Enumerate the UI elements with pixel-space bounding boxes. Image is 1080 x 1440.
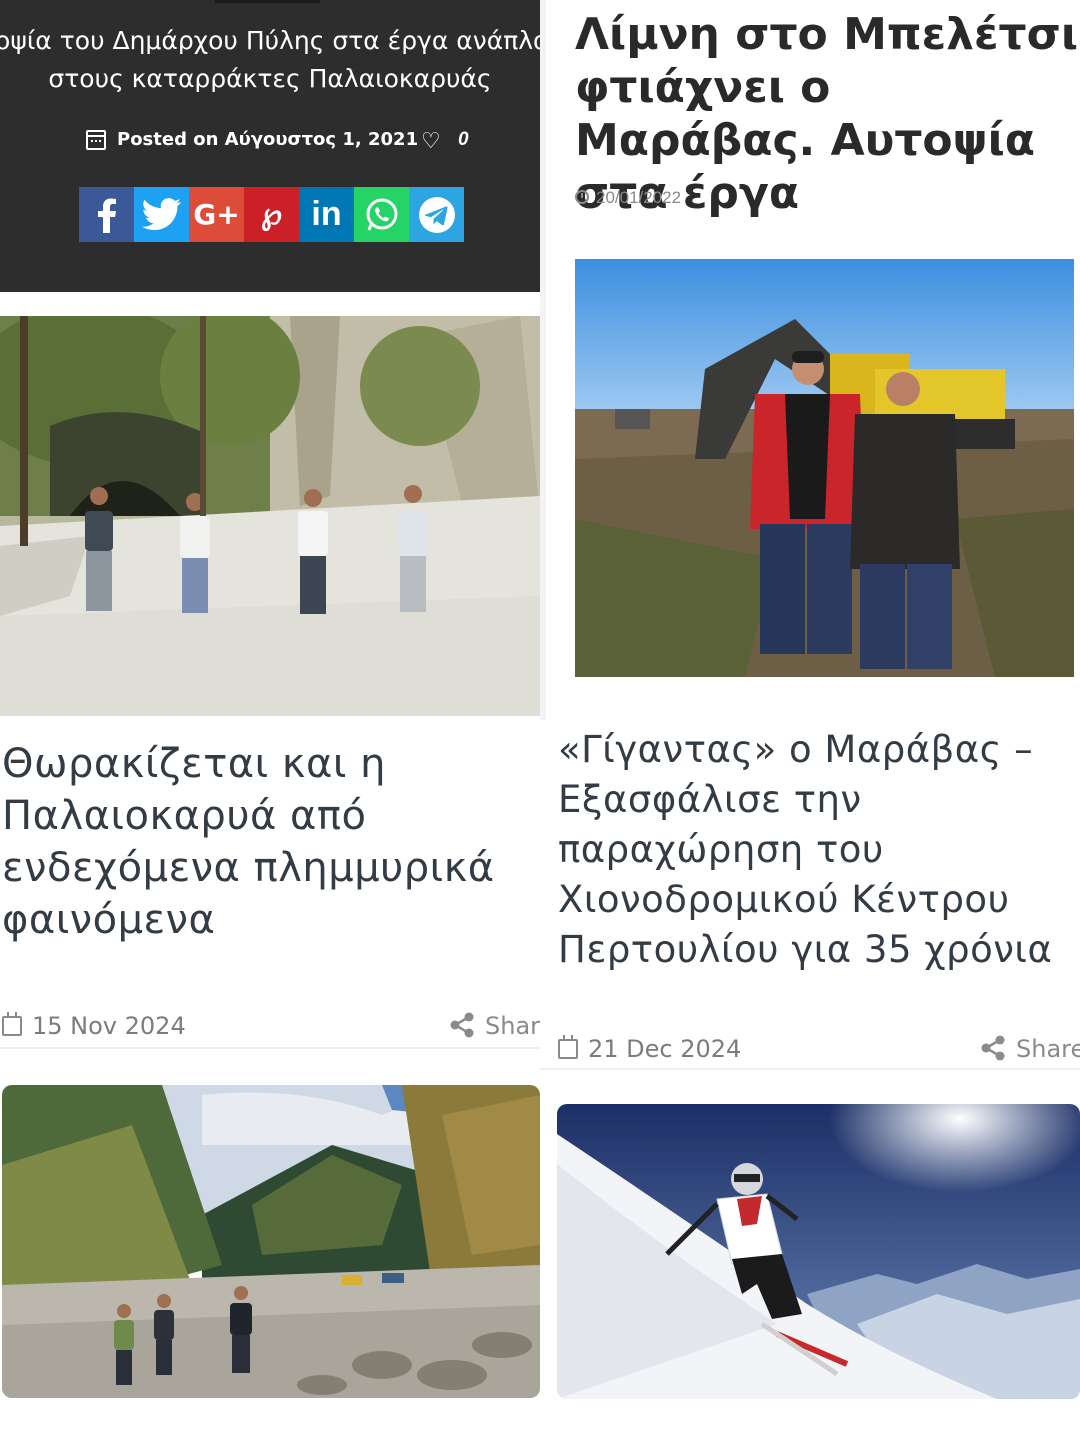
- share-label: Shar: [485, 1012, 540, 1040]
- card-date: 21 Dec 2024: [558, 1035, 741, 1063]
- card-date-text: 15 Nov 2024: [32, 1012, 186, 1040]
- waterfall-path-photo: [0, 316, 540, 716]
- skier-photo: [557, 1104, 1080, 1399]
- article-title-line-1: τοψία του Δημάρχου Πύλης στα έργα ανάπλα…: [0, 26, 540, 55]
- telegram-share-button[interactable]: [409, 187, 464, 242]
- google-plus-icon: G+: [193, 198, 240, 231]
- calendar-icon: [86, 130, 106, 150]
- facebook-icon: [97, 198, 116, 233]
- riverbed-mountain-photo: [2, 1085, 540, 1398]
- share-icon: [450, 1012, 474, 1038]
- card-title[interactable]: «Γίγαντας» ο Μαράβας – Εξασφάλισε την πα…: [558, 725, 1058, 975]
- pinterest-share-button[interactable]: ℘: [244, 187, 299, 242]
- share-icon: [981, 1035, 1005, 1061]
- card-date: 15 Nov 2024: [2, 1012, 186, 1040]
- featured-article-date: 20/01/2022: [575, 188, 681, 208]
- linkedin-icon: in: [311, 195, 342, 233]
- like-count: 0: [458, 129, 469, 150]
- telegram-icon: [418, 196, 455, 233]
- facebook-share-button[interactable]: [79, 187, 134, 242]
- google-plus-share-button[interactable]: G+: [189, 187, 244, 242]
- share-label: Share: [1016, 1035, 1080, 1063]
- article-header-panel: τοψία του Δημάρχου Πύλης στα έργα ανάπλα…: [0, 0, 540, 292]
- whatsapp-share-button[interactable]: [354, 187, 409, 242]
- whatsapp-icon: [366, 198, 397, 231]
- tab-indicator: [215, 0, 320, 3]
- featured-date-text: 20/01/2022: [596, 188, 682, 207]
- pinterest-icon: ℘: [261, 197, 282, 232]
- excavator-site-photo: [575, 259, 1074, 677]
- twitter-share-button[interactable]: [134, 187, 189, 242]
- article-title: τοψία του Δημάρχου Πύλης στα έργα ανάπλα…: [0, 22, 540, 98]
- card-divider: [540, 1068, 1080, 1070]
- share-button[interactable]: Share: [980, 1035, 1080, 1063]
- calendar-icon: [2, 1012, 22, 1036]
- article-title-line-2: στους καταρράκτες Παλαιοκαρυάς: [48, 64, 492, 93]
- clock-icon: [575, 190, 589, 204]
- share-button[interactable]: Shar: [449, 1012, 540, 1040]
- twitter-icon: [141, 197, 181, 230]
- article-meta: Posted on Αύγουστος 1, 2021 ♡ 0: [0, 126, 540, 156]
- card-title[interactable]: Θωρακίζεται και η Παλαιοκαρυά από ενδεχό…: [2, 738, 522, 946]
- card-divider: [0, 1047, 540, 1049]
- calendar-icon: [558, 1035, 578, 1059]
- linkedin-share-button[interactable]: in: [299, 187, 354, 242]
- social-share-bar: G+ ℘ in: [79, 187, 464, 242]
- posted-date: Posted on Αύγουστος 1, 2021: [117, 129, 419, 150]
- column-divider: [540, 0, 546, 720]
- heart-icon[interactable]: ♡: [421, 128, 441, 154]
- card-date-text: 21 Dec 2024: [588, 1035, 742, 1063]
